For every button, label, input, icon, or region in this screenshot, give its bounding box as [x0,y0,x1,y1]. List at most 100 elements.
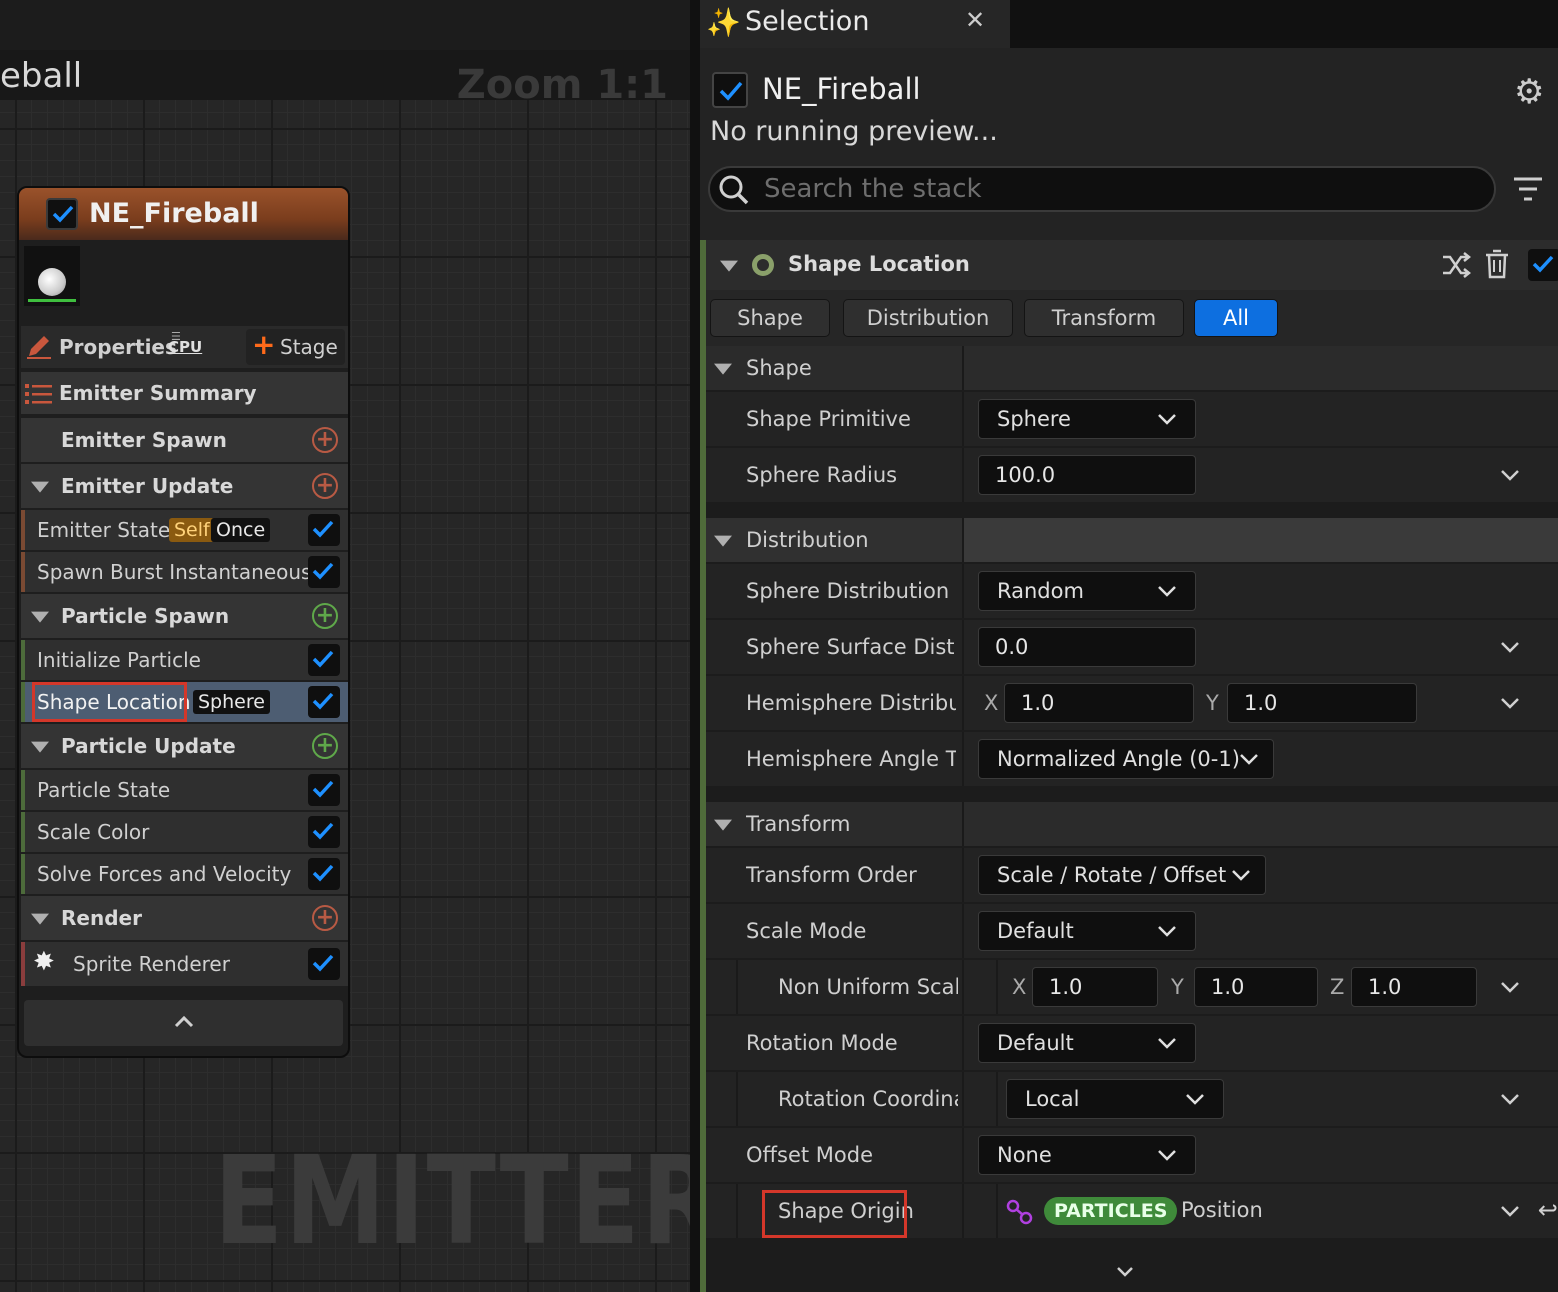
tab-selection[interactable]: ✨ Selection ✕ [700,0,1010,48]
shape-location-row[interactable]: Shape Location Sphere [21,682,348,722]
non-uniform-scale-row: Non Uniform Scale X 1.0 Y 1.0 Z 1.0 [706,960,1558,1014]
sphere-distribution-dropdown[interactable]: Random [978,571,1196,611]
category-label: Distribution [746,528,869,552]
scale-x-input[interactable]: 1.0 [1032,967,1158,1007]
dropdown-value: Random [997,579,1084,603]
collapse-triangle-icon[interactable] [31,611,49,623]
emitter-enable-checkbox[interactable] [712,72,748,108]
emitter-state-row[interactable]: Emitter State Self Once [21,510,348,550]
trash-icon[interactable] [1484,249,1510,279]
enable-checkbox[interactable] [308,686,340,718]
enable-checkbox[interactable] [308,514,340,546]
category-shape[interactable]: Shape [706,346,1558,390]
hemisphere-y-input[interactable]: 1.0 [1227,683,1417,723]
link-icon[interactable] [1006,1199,1034,1225]
collapse-triangle-icon[interactable] [714,363,732,375]
particle-update-row[interactable]: Particle Update + [21,724,348,768]
emitter-node[interactable]: NE_Fireball Properties CPU ☰ + Stage Emi… [17,186,350,1058]
emitter-summary-row[interactable]: Emitter Summary [21,372,348,414]
self-tag: Self [169,518,215,542]
emitter-spawn-row[interactable]: Emitter Spawn + [21,418,348,462]
chevron-down-icon[interactable] [1500,980,1520,994]
rotation-coordinate-dropdown[interactable]: Local [1006,1079,1224,1119]
spawn-burst-row[interactable]: Spawn Burst Instantaneous [21,552,348,592]
enable-checkbox[interactable] [308,816,340,848]
sphere-tag: Sphere [193,690,270,714]
hemisphere-angle-dropdown[interactable]: Normalized Angle (0-1) [978,739,1274,779]
transform-order-dropdown[interactable]: Scale / Rotate / Offset [978,855,1266,895]
scale-color-row[interactable]: Scale Color [21,812,348,852]
enable-checkbox[interactable] [308,948,340,980]
filter-transform-button[interactable]: Transform [1024,299,1184,337]
list-icon [25,384,52,404]
collapse-triangle-icon[interactable] [714,535,732,547]
hemisphere-x-input[interactable]: 1.0 [1004,683,1194,723]
filter-icon[interactable] [1512,176,1544,204]
close-icon[interactable]: ✕ [965,6,985,34]
particle-spawn-row[interactable]: Particle Spawn + [21,594,348,638]
chevron-down-icon[interactable] [1500,696,1520,710]
rotation-mode-dropdown[interactable]: Default [978,1023,1196,1063]
row-label: Solve Forces and Velocity [37,862,292,886]
add-module-icon[interactable]: + [312,733,338,759]
sphere-surface-input[interactable]: 0.0 [978,627,1196,667]
collapse-triangle-icon[interactable] [720,260,738,272]
sprite-renderer-row[interactable]: ✸ Sprite Renderer [21,942,348,986]
enable-checkbox[interactable] [308,774,340,806]
add-module-icon[interactable]: + [312,603,338,629]
add-module-icon[interactable]: + [312,905,338,931]
category-transform[interactable]: Transform [706,802,1558,846]
module-enable-checkbox[interactable] [1528,249,1558,281]
enable-checkbox[interactable] [308,556,340,588]
scale-y-input[interactable]: 1.0 [1194,967,1318,1007]
filter-all-button[interactable]: All [1194,299,1278,337]
collapse-triangle-icon[interactable] [31,481,49,493]
indent-guide [996,1072,998,1126]
chevron-down-icon[interactable] [1116,1266,1134,1278]
scale-mode-dropdown[interactable]: Default [978,911,1196,951]
indent-guide [736,1072,738,1126]
module-header[interactable]: Shape Location [706,240,1558,290]
graph-top-strip [0,0,690,50]
filter-shape-button[interactable]: Shape [710,299,830,337]
chevron-down-icon[interactable] [1500,640,1520,654]
chevron-down-icon[interactable] [1500,1204,1520,1218]
stage-button[interactable]: + Stage [246,328,345,365]
add-module-icon[interactable]: + [312,427,338,453]
properties-row[interactable]: Properties CPU ☰ + Stage [21,326,348,368]
enable-checkbox[interactable] [308,858,340,890]
row-label: Particle State [37,778,171,802]
initialize-particle-row[interactable]: Initialize Particle [21,640,348,680]
node-graph-canvas[interactable]: eball Zoom 1:1 EMITTER NE_Fireball Prope… [0,0,719,1292]
solve-forces-row[interactable]: Solve Forces and Velocity [21,854,348,894]
column-divider [962,802,964,846]
chevron-down-icon[interactable] [1500,468,1520,482]
collapse-node-button[interactable] [24,1000,343,1046]
emitter-update-row[interactable]: Emitter Update + [21,464,348,508]
column-divider [962,960,964,1014]
search-box[interactable] [708,166,1496,212]
shuffle-icon[interactable] [1441,252,1471,278]
gear-icon[interactable]: ⚙ [1514,72,1544,112]
category-label: Transform [746,812,851,836]
sphere-radius-input[interactable]: 100.0 [978,455,1196,495]
reset-arrow-icon[interactable]: ↩ [1538,1196,1558,1224]
search-input[interactable] [764,171,1464,207]
render-row[interactable]: Render + [21,896,348,940]
offset-mode-dropdown[interactable]: None [978,1135,1196,1175]
category-distribution[interactable]: Distribution [706,518,1558,562]
filter-distribution-button[interactable]: Distribution [843,299,1013,337]
add-module-icon[interactable]: + [312,473,338,499]
hemisphere-angle-row: Hemisphere Angle Typ Normalized Angle (0… [706,732,1558,786]
axis-x-label: X [1012,975,1027,999]
panel-splitter[interactable] [690,0,700,1292]
chevron-down-icon[interactable] [1500,1092,1520,1106]
shape-primitive-dropdown[interactable]: Sphere [978,399,1196,439]
collapse-triangle-icon[interactable] [31,913,49,925]
particle-state-row[interactable]: Particle State [21,770,348,810]
node-enable-checkbox[interactable] [46,198,78,230]
collapse-triangle-icon[interactable] [714,819,732,831]
scale-z-input[interactable]: 1.0 [1351,967,1477,1007]
enable-checkbox[interactable] [308,644,340,676]
collapse-triangle-icon[interactable] [31,741,49,753]
